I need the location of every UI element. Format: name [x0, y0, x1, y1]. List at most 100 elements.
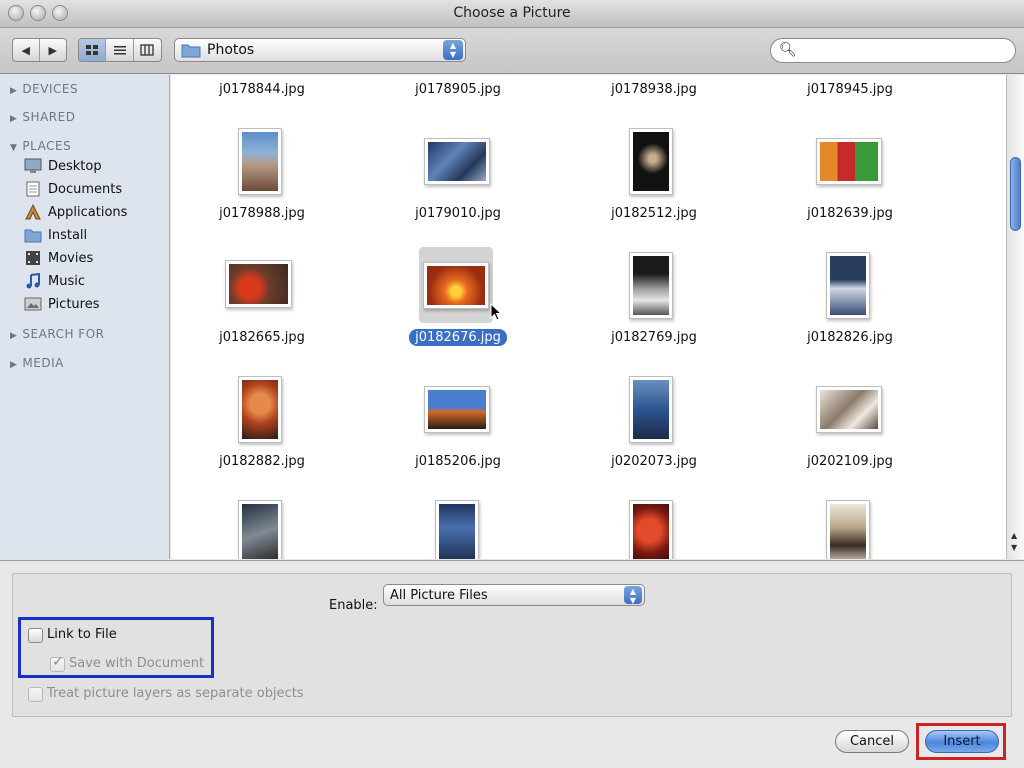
window-title: Choose a Picture	[453, 5, 571, 21]
sidebar-item-movies[interactable]: Movies	[24, 250, 93, 266]
folder-icon	[24, 229, 42, 243]
folder-icon	[181, 44, 201, 58]
disclosure-triangle-icon[interactable]: ▶	[10, 114, 17, 124]
scrollbar-thumb[interactable]	[1010, 157, 1021, 231]
section-label: SEARCH FOR	[22, 327, 105, 341]
file-name[interactable]: j0182826.jpg	[752, 330, 948, 345]
file-name[interactable]: j0202073.jpg	[556, 454, 752, 469]
sidebar-item-label: Music	[48, 273, 85, 289]
list-view-icon	[113, 46, 126, 55]
cancel-button[interactable]: Cancel	[835, 730, 909, 753]
sidebar-item-pictures[interactable]: Pictures	[24, 296, 99, 312]
sidebar-section-shared[interactable]: ▶ SHARED	[10, 110, 75, 124]
back-button[interactable]: ◀	[13, 39, 40, 61]
pictures-icon	[24, 297, 42, 311]
file-name[interactable]: j0182512.jpg	[556, 206, 752, 221]
enable-label: Enable:	[329, 598, 378, 613]
movies-icon	[26, 251, 40, 265]
enable-popup[interactable]: All Picture Files ▲ ▼	[383, 584, 645, 606]
choose-picture-dialog: Choose a Picture ◀ ▶ Photos ▲ ▼ 🔍︎ ▶ DEV…	[0, 0, 1024, 768]
column-view-icon	[140, 44, 154, 56]
sidebar-item-label: Movies	[48, 250, 94, 266]
sidebar-item-label: Applications	[48, 204, 128, 220]
documents-icon	[26, 181, 40, 197]
column-view-button[interactable]	[134, 39, 161, 61]
section-label: PLACES	[22, 139, 72, 153]
file-name[interactable]: j0182665.jpg	[171, 330, 360, 345]
file-thumbnail[interactable]	[629, 128, 673, 195]
section-label: MEDIA	[22, 356, 64, 370]
search-icon: 🔍︎	[779, 42, 797, 58]
scroll-up-arrow-icon[interactable]: ▲	[1011, 531, 1017, 540]
scroll-down-arrow-icon[interactable]: ▼	[1011, 543, 1017, 552]
treat-layers-checkbox[interactable]	[28, 687, 43, 702]
file-name-selected[interactable]: j0182676.jpg	[360, 329, 556, 346]
desktop-icon	[24, 158, 42, 173]
section-label: SHARED	[22, 110, 76, 124]
location-popup[interactable]: Photos ▲ ▼	[174, 38, 466, 62]
file-thumbnail[interactable]	[424, 138, 490, 185]
popup-arrows-icon: ▲ ▼	[624, 586, 642, 605]
icon-view-icon	[86, 45, 99, 55]
disclosure-triangle-icon[interactable]: ▶	[10, 331, 17, 341]
sidebar-item-label: Install	[48, 227, 88, 243]
enable-value: All Picture Files	[390, 587, 488, 603]
disclosure-triangle-icon[interactable]: ▶	[10, 86, 17, 96]
file-name[interactable]: j0182639.jpg	[752, 206, 948, 221]
sidebar-item-install[interactable]: Install	[24, 227, 87, 243]
highlight-box-insert	[916, 723, 1006, 760]
file-name[interactable]: j0185206.jpg	[360, 454, 556, 469]
vertical-scrollbar[interactable]: ▲ ▼	[1006, 75, 1024, 559]
file-thumbnail[interactable]	[629, 376, 673, 443]
section-label: DEVICES	[22, 82, 79, 96]
file-thumbnail[interactable]	[816, 386, 882, 433]
file-thumbnail[interactable]	[826, 500, 870, 559]
sidebar-item-documents[interactable]: Documents	[24, 181, 122, 197]
file-thumbnail[interactable]	[424, 386, 490, 433]
sidebar-item-applications[interactable]: Applications	[24, 204, 127, 220]
popup-arrows-icon: ▲ ▼	[443, 40, 463, 60]
file-name[interactable]: j0178905.jpg	[360, 82, 556, 97]
location-label: Photos	[207, 42, 255, 58]
file-name[interactable]: j0178938.jpg	[556, 82, 752, 97]
highlight-box-link-options	[18, 617, 214, 678]
disclosure-triangle-icon[interactable]: ▼	[10, 143, 17, 153]
file-name[interactable]: j0182769.jpg	[556, 330, 752, 345]
treat-layers-label: Treat picture layers as separate objects	[47, 686, 304, 701]
file-thumbnail[interactable]	[826, 252, 870, 319]
icon-view-button[interactable]	[79, 39, 107, 61]
file-thumbnail[interactable]	[238, 128, 282, 195]
sidebar-item-desktop[interactable]: Desktop	[24, 158, 102, 174]
file-name[interactable]: j0202109.jpg	[752, 454, 948, 469]
file-thumbnail[interactable]	[225, 260, 292, 308]
sidebar-item-music[interactable]: Music	[24, 273, 85, 289]
list-view-button[interactable]	[106, 39, 134, 61]
file-thumbnail[interactable]	[816, 138, 882, 185]
sidebar-section-search-for[interactable]: ▶ SEARCH FOR	[10, 327, 104, 341]
disclosure-triangle-icon[interactable]: ▶	[10, 360, 17, 370]
file-thumbnail[interactable]	[238, 376, 282, 443]
file-browser-grid: j0178844.jpg j0178905.jpg j0178938.jpg j…	[171, 75, 1006, 559]
file-thumbnail-selected[interactable]	[423, 262, 489, 309]
file-name[interactable]: j0182882.jpg	[171, 454, 360, 469]
file-name[interactable]: j0179010.jpg	[360, 206, 556, 221]
file-thumbnail[interactable]	[629, 252, 673, 319]
sidebar-section-media[interactable]: ▶ MEDIA	[10, 356, 64, 370]
file-name[interactable]: j0178844.jpg	[171, 82, 360, 97]
file-name[interactable]: j0178945.jpg	[752, 82, 948, 97]
sidebar-section-devices[interactable]: ▶ DEVICES	[10, 82, 78, 96]
sidebar: ▶ DEVICES ▶ SHARED ▼ PLACES Desktop Documen…	[0, 75, 170, 559]
file-thumbnail[interactable]	[238, 500, 282, 559]
file-name[interactable]: j0178988.jpg	[171, 206, 360, 221]
sidebar-item-label: Desktop	[48, 158, 102, 174]
forward-button[interactable]: ▶	[40, 39, 66, 61]
search-field[interactable]: 🔍︎	[770, 38, 1016, 63]
file-thumbnail[interactable]	[435, 500, 479, 559]
music-icon	[26, 273, 40, 289]
view-mode-control	[78, 38, 162, 62]
sidebar-item-label: Documents	[48, 181, 123, 197]
sidebar-item-label: Pictures	[48, 296, 100, 312]
back-forward-control: ◀ ▶	[12, 38, 67, 62]
sidebar-section-places[interactable]: ▼ PLACES	[10, 139, 71, 153]
file-thumbnail[interactable]	[629, 500, 673, 559]
